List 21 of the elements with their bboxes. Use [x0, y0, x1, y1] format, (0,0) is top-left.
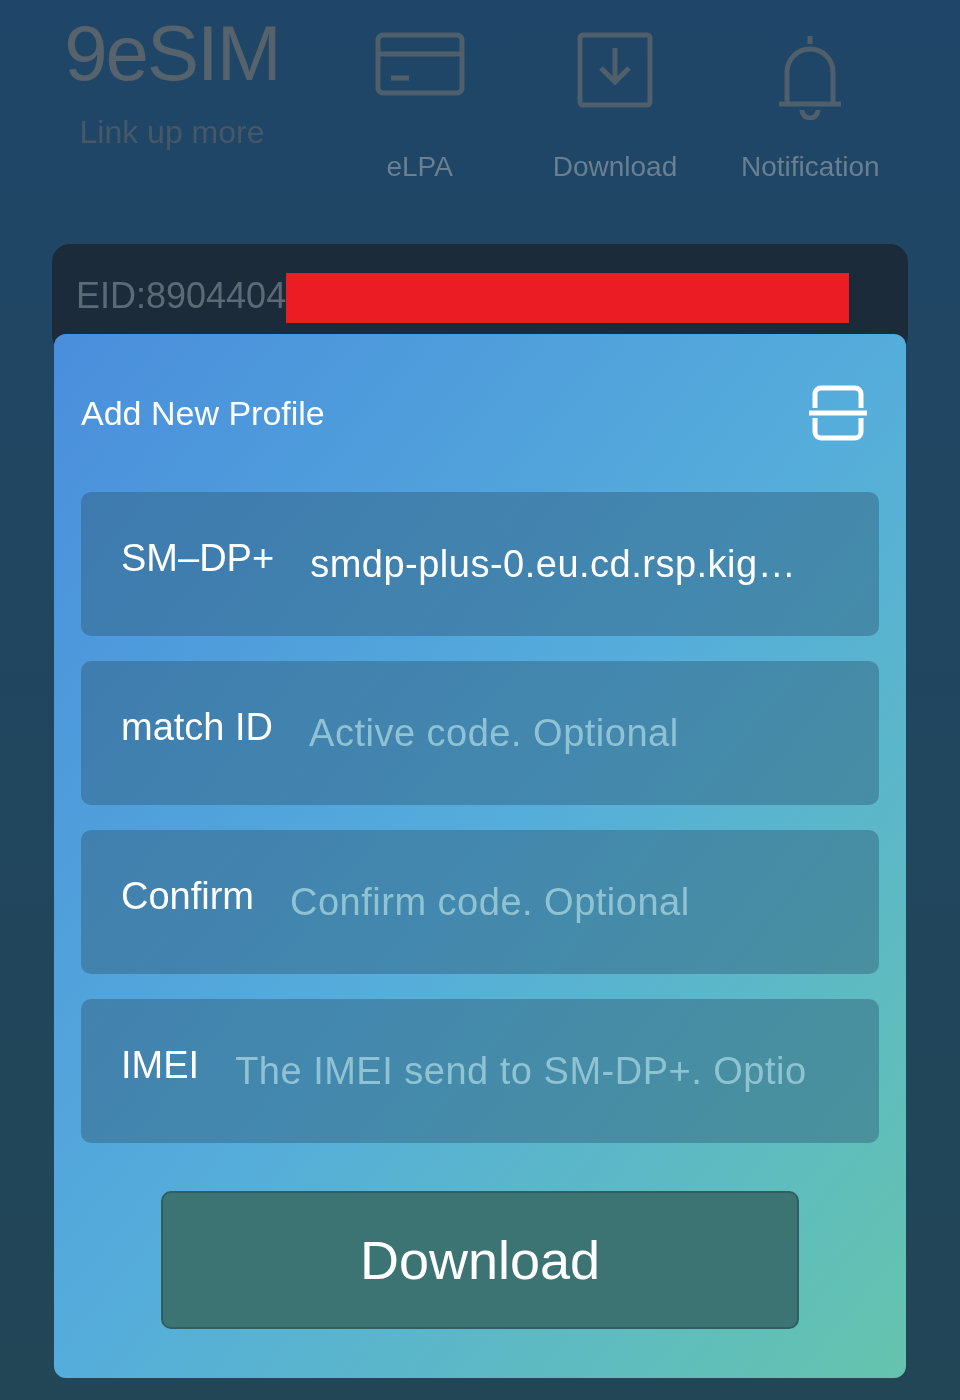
form-field[interactable]: SM–DP+ smdp-plus-0.eu.cd.rsp.kig…: [81, 492, 879, 636]
nav-button[interactable]: Notification: [720, 32, 901, 188]
card-icon: [374, 32, 465, 96]
form-field[interactable]: match ID Active code. Optional: [81, 661, 879, 805]
nav-button[interactable]: eLPA: [329, 32, 510, 188]
field-label: Confirm: [121, 873, 255, 919]
form-field[interactable]: IMEI The IMEI send to SM-DP+. Optio: [81, 999, 879, 1143]
nav-button[interactable]: Download: [525, 32, 705, 188]
scan-icon[interactable]: [807, 384, 869, 442]
eid-text: EID:8904404: [76, 278, 287, 314]
download-button[interactable]: Download: [161, 1191, 799, 1329]
input-field[interactable]: The IMEI send to SM-DP+. Optio: [235, 1042, 859, 1100]
field-label: match ID: [121, 704, 274, 750]
field-label: SM–DP+: [121, 535, 275, 581]
download-icon: [577, 32, 653, 108]
input-field[interactable]: Confirm code. Optional: [290, 873, 859, 931]
form-field[interactable]: Confirm Confirm code. Optional: [81, 830, 879, 974]
input-field[interactable]: smdp-plus-0.eu.cd.rsp.kig…: [310, 535, 859, 593]
field-label: IMEI: [121, 1042, 200, 1088]
input-field[interactable]: Active code. Optional: [309, 704, 859, 762]
dialog-title: Add New Profile: [81, 392, 325, 434]
